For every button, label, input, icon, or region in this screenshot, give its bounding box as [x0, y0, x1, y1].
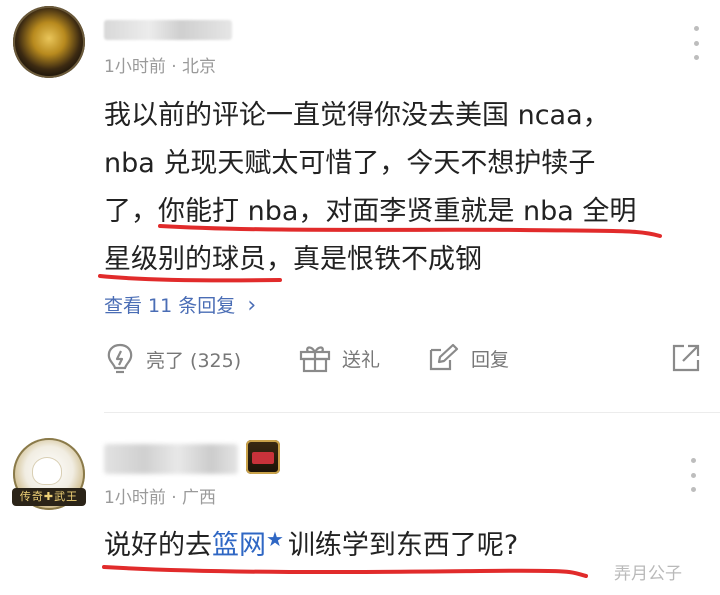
comment-body: 我以前的评论一直觉得你没去美国 ncaa， nba 兑现天赋太可惜了，今天不想护…	[104, 92, 694, 284]
more-vertical-icon[interactable]	[690, 458, 696, 492]
gift-icon	[299, 346, 331, 373]
share-icon	[672, 344, 700, 372]
comment-text: 说好的去	[104, 530, 212, 561]
comment-actions: 亮了 (325) 送礼 回复	[104, 342, 704, 382]
view-replies-link[interactable]: 查看 11 条回复 ›	[104, 291, 256, 318]
reply-button[interactable]: 回复	[427, 342, 509, 374]
gift-label: 送礼	[342, 348, 381, 371]
comment-location: 广西	[182, 488, 217, 508]
comment-time: 1小时前	[104, 488, 166, 508]
view-replies-label: 查看 11 条回复	[104, 295, 236, 317]
username-blurred[interactable]	[104, 20, 232, 40]
team-badge-emblem	[252, 452, 274, 464]
avatar-figure	[33, 458, 61, 484]
comment-meta: 1小时前 · 北京	[104, 52, 216, 77]
reply-label: 回复	[471, 348, 510, 371]
meta-separator: ·	[165, 57, 183, 77]
edit-icon	[429, 343, 459, 371]
comment-meta: 1小时前 · 广西	[104, 483, 216, 508]
username-blurred[interactable]	[104, 444, 238, 474]
comment-body: 说好的去篮网★ 训练学到东西了呢?	[104, 522, 518, 571]
comment-divider	[104, 412, 720, 413]
comment-body-line: nba 兑现天赋太可惜了，今天不想护犊子	[104, 148, 596, 179]
gift-button[interactable]: 送礼	[298, 342, 380, 374]
more-vertical-icon[interactable]	[693, 26, 699, 60]
chevron-right-icon: ›	[247, 293, 257, 318]
like-label: 亮了 (325)	[146, 349, 242, 372]
comment-time: 1小时前	[104, 57, 166, 77]
watermark: 弄月公子	[614, 564, 682, 584]
lightbulb-icon	[107, 343, 133, 374]
avatar-badge: 传奇✚武王	[12, 488, 86, 506]
comment-body-line: 我以前的评论一直觉得你没去美国 ncaa，	[104, 100, 610, 131]
comment-body-line: 了，你能打 nba，对面李贤重就是 nba 全明	[104, 196, 637, 227]
topic-link[interactable]: 篮网	[212, 530, 266, 561]
like-button[interactable]: 亮了 (325)	[104, 342, 241, 376]
comment-location: 北京	[182, 57, 217, 77]
meta-separator: ·	[165, 488, 183, 508]
avatar[interactable]	[13, 6, 85, 78]
comment-text: 训练学到东西了呢?	[287, 530, 519, 561]
star-icon: ★	[266, 527, 284, 551]
comment-body-line: 星级别的球员，真是恨铁不成钢	[104, 244, 482, 275]
share-button[interactable]	[670, 342, 712, 374]
